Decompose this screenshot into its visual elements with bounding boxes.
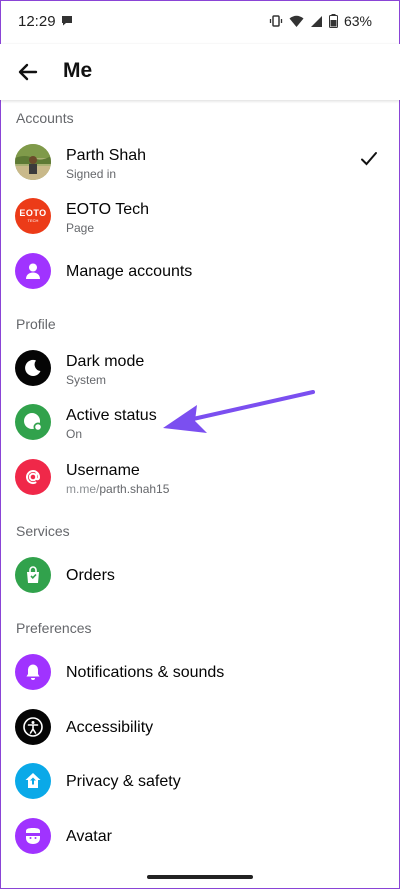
avatar-label: Avatar	[66, 828, 112, 845]
eoto-logo-icon: EOTO TECH	[15, 198, 51, 234]
username-prefix: m.me/	[66, 482, 100, 496]
avatar-row[interactable]: Avatar	[0, 809, 400, 863]
moon-icon	[25, 359, 41, 376]
person-icon	[26, 263, 40, 279]
avatar-face-icon-circle	[15, 818, 51, 854]
signal-icon	[310, 15, 322, 27]
vibrate-icon	[269, 15, 283, 27]
section-preferences-label: Preferences	[16, 620, 92, 636]
home-indicator[interactable]	[147, 875, 253, 879]
accessibility-label: Accessibility	[66, 719, 154, 736]
checkmark-icon	[361, 152, 377, 166]
orders-row[interactable]: Orders	[0, 548, 400, 602]
account-row-parth[interactable]: Parth Shah Signed in	[0, 135, 400, 189]
notifications-label: Notifications & sounds	[66, 664, 225, 681]
status-time: 12:29	[18, 13, 56, 30]
battery-icon	[328, 14, 338, 28]
username-handle: parth.shah15	[99, 482, 170, 496]
person-icon-circle	[15, 253, 51, 289]
dark-mode-label: Dark mode	[66, 353, 145, 370]
eoto-logo-text: EOTO	[19, 208, 47, 218]
notifications-row[interactable]: Notifications & sounds	[0, 645, 400, 699]
wifi-icon	[289, 15, 304, 27]
account-status: Signed in	[66, 167, 117, 181]
battery-percent: 63%	[343, 13, 372, 29]
app-bar: Me	[0, 44, 400, 100]
status-right: 63%	[269, 13, 372, 29]
privacy-row[interactable]: Privacy & safety	[0, 754, 400, 808]
active-status-label: Active status	[66, 407, 157, 424]
dark-mode-value: System	[66, 373, 107, 387]
eoto-logo-sub: TECH	[27, 218, 39, 223]
section-profile-label: Profile	[16, 316, 56, 332]
at-sign-icon-circle	[15, 459, 51, 495]
message-notification-icon	[62, 16, 72, 26]
manage-accounts-label: Manage accounts	[66, 263, 193, 280]
shopping-bag-icon-circle	[15, 557, 51, 593]
account-type: Page	[66, 221, 95, 235]
avatar-face-icon	[26, 828, 40, 844]
active-status-icon-circle	[15, 404, 51, 440]
section-accounts-label: Accounts	[16, 110, 74, 126]
accessibility-row[interactable]: Accessibility	[0, 700, 400, 754]
shopping-bag-icon	[27, 566, 39, 583]
moon-icon-circle	[15, 350, 51, 386]
home-shield-icon-circle	[15, 763, 51, 799]
at-sign-icon	[26, 470, 41, 485]
username-label: Username	[66, 462, 140, 479]
back-arrow-icon[interactable]	[14, 58, 42, 86]
status-bar: 12:29 63%	[0, 0, 400, 44]
accessibility-icon	[23, 717, 43, 737]
active-status-value: On	[66, 427, 83, 441]
profile-photo-icon	[15, 144, 51, 180]
account-name: EOTO Tech	[66, 201, 149, 218]
accessibility-icon-circle	[15, 709, 51, 745]
active-status-icon	[24, 413, 43, 432]
bell-icon-circle	[15, 654, 51, 690]
orders-label: Orders	[66, 567, 115, 584]
bell-icon	[26, 664, 40, 680]
username-row[interactable]: Username m.me/parth.shah15	[0, 450, 400, 504]
username-value: m.me/parth.shah15	[66, 482, 169, 496]
section-services-label: Services	[16, 523, 70, 539]
home-shield-icon	[25, 773, 41, 788]
manage-accounts-row[interactable]: Manage accounts	[0, 244, 400, 298]
page-title: Me	[63, 59, 93, 82]
account-row-eoto[interactable]: EOTO TECH EOTO Tech Page	[0, 189, 400, 243]
privacy-label: Privacy & safety	[66, 773, 181, 790]
avatar	[15, 144, 51, 180]
account-name: Parth Shah	[66, 147, 147, 164]
annotation-arrow-icon	[163, 390, 315, 433]
